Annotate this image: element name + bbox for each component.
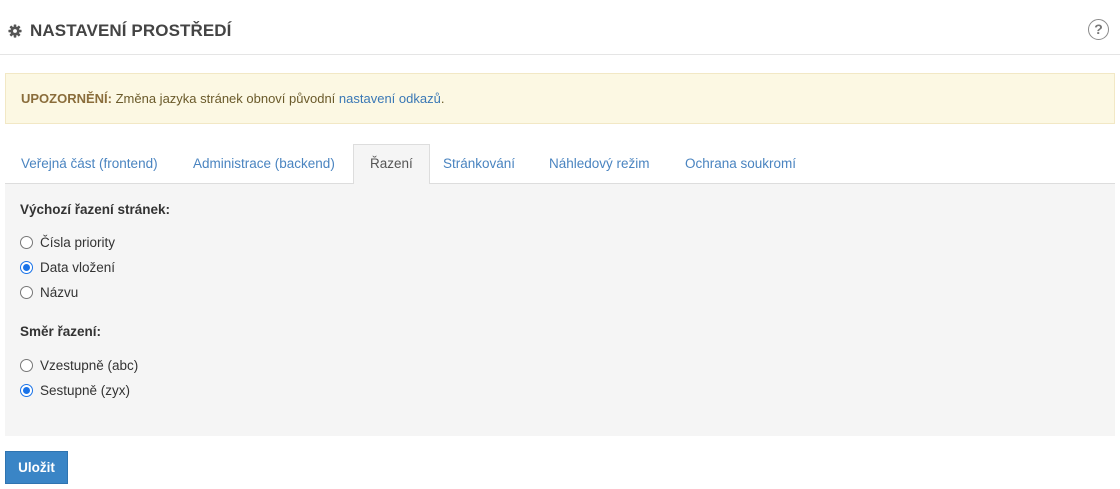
radio-button[interactable] xyxy=(20,285,33,299)
radio-label: Data vložení xyxy=(40,259,116,275)
radio-label: Sestupně (zyx) xyxy=(40,382,131,398)
radio-priority[interactable]: Čísla priority xyxy=(20,233,115,251)
radio-ascending[interactable]: Vzestupně (abc) xyxy=(20,356,138,374)
alert-text: Změna jazyka stránek obnoví původní xyxy=(112,91,339,106)
radio-label: Názvu xyxy=(40,284,79,300)
radio-button[interactable] xyxy=(20,260,33,274)
link-settings[interactable]: nastavení odkazů xyxy=(339,91,441,106)
tab-privacy[interactable]: Ochrana soukromí xyxy=(669,144,812,184)
alert-suffix: . xyxy=(440,91,445,106)
warning-alert: UPOZORNĚNÍ: Změna jazyka stránek obnoví … xyxy=(5,73,1115,124)
alert-strong: UPOZORNĚNÍ: xyxy=(21,91,112,106)
alert-message: UPOZORNĚNÍ: Změna jazyka stránek obnoví … xyxy=(21,91,444,106)
radio-name[interactable]: Názvu xyxy=(20,283,78,301)
radio-label: Vzestupně (abc) xyxy=(40,357,139,373)
radio-button[interactable] xyxy=(20,383,33,397)
page-title: NASTAVENÍ PROSTŘEDÍ xyxy=(30,21,232,40)
tab-preview[interactable]: Náhledový režim xyxy=(533,144,666,184)
tab-bar: Veřejná část (frontend) Administrace (ba… xyxy=(5,144,1115,185)
radio-descending[interactable]: Sestupně (zyx) xyxy=(20,381,130,399)
sorting-panel: Výchozí řazení stránek: Čísla priority D… xyxy=(5,184,1115,436)
radio-date[interactable]: Data vložení xyxy=(20,258,115,276)
save-button[interactable]: Uložit xyxy=(5,451,68,484)
tab-paging[interactable]: Stránkování xyxy=(427,144,531,184)
gear-icon xyxy=(8,24,22,38)
default-sort-label: Výchozí řazení stránek: xyxy=(20,202,171,217)
help-circle-icon[interactable]: ? xyxy=(1088,19,1109,40)
sort-direction-label: Směr řazení: xyxy=(20,324,102,339)
tab-backend[interactable]: Administrace (backend) xyxy=(177,144,351,184)
radio-label: Čísla priority xyxy=(40,234,116,250)
tab-sorting[interactable]: Řazení xyxy=(353,144,430,185)
radio-button[interactable] xyxy=(20,235,33,249)
page-header: NASTAVENÍ PROSTŘEDÍ ? xyxy=(0,0,1120,55)
tab-frontend[interactable]: Veřejná část (frontend) xyxy=(5,144,174,184)
radio-button[interactable] xyxy=(20,358,33,372)
